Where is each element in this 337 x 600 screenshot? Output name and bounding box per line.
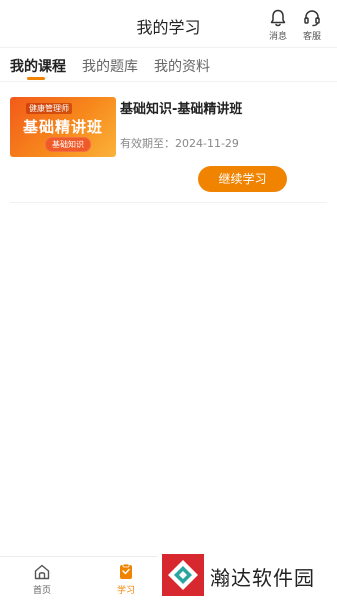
watermark-text: 瀚达软件园 bbox=[210, 566, 315, 590]
thumbnail-top-text: 健康管理师 bbox=[26, 103, 72, 114]
message-button[interactable]: 消息 bbox=[264, 8, 292, 42]
tabbar-study-label: 学习 bbox=[116, 586, 135, 596]
continue-learning-button[interactable]: 继续学习 bbox=[198, 166, 287, 192]
course-expiry: 有效期至：2024-11-29 bbox=[120, 137, 239, 150]
tabbar-item-study[interactable]: 学习 bbox=[106, 563, 146, 596]
active-tab-indicator bbox=[27, 77, 45, 80]
app-header: 我的学习 消息 客服 bbox=[0, 0, 337, 48]
course-list-item[interactable]: 健康管理师 基础精讲班 基础知识 基础知识-基础精讲班 有效期至：2024-11… bbox=[0, 82, 337, 202]
message-label: 消息 bbox=[268, 32, 287, 42]
learning-tabs: 我的课程 我的题库 我的资料 bbox=[0, 48, 337, 82]
watermark-logo-icon bbox=[162, 554, 204, 596]
tab-my-question-bank[interactable]: 我的题库 bbox=[82, 56, 138, 76]
course-title[interactable]: 基础知识-基础精讲班 bbox=[120, 98, 242, 117]
headset-icon bbox=[304, 10, 320, 27]
home-icon bbox=[34, 564, 50, 580]
tab-my-materials[interactable]: 我的资料 bbox=[154, 56, 210, 76]
course-thumbnail[interactable]: 健康管理师 基础精讲班 基础知识 bbox=[10, 97, 116, 157]
tabbar-home-label: 首页 bbox=[32, 586, 51, 596]
customer-service-button[interactable]: 客服 bbox=[298, 8, 326, 42]
watermark: 瀚达软件园 bbox=[158, 549, 337, 600]
thumbnail-main-text: 基础精讲班 bbox=[22, 118, 103, 136]
thumbnail-sub-text: 基础知识 bbox=[45, 137, 91, 152]
tabbar-item-home[interactable]: 首页 bbox=[22, 563, 62, 596]
divider bbox=[10, 202, 327, 203]
study-icon bbox=[120, 563, 132, 579]
bell-icon bbox=[270, 9, 286, 27]
tab-my-courses[interactable]: 我的课程 bbox=[10, 56, 66, 76]
customer-service-label: 客服 bbox=[302, 32, 321, 42]
